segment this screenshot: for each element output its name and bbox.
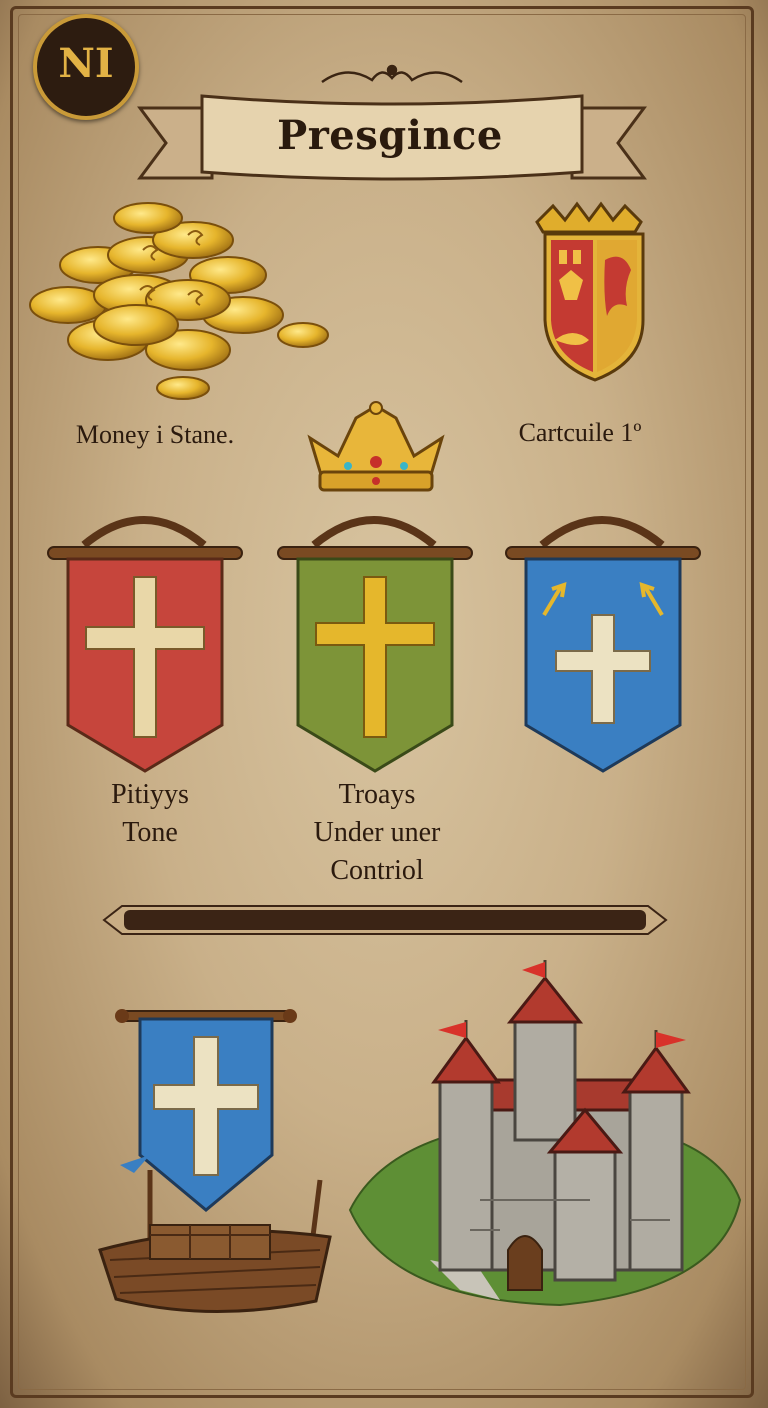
- crest-label: Cartcuile 1º: [518, 418, 642, 447]
- banner-1-label: Pitiyys Tone: [60, 776, 240, 852]
- banner-blue[interactable]: [502, 505, 704, 775]
- banner-1-label-line-1: Pitiyys: [111, 779, 189, 810]
- parchment-screen: NI Presgince Money i Stane. Cartcuile 1º…: [0, 0, 768, 1408]
- ship-with-banner-icon[interactable]: [80, 1005, 340, 1325]
- section-divider: [102, 905, 668, 935]
- banner-2-label-line-2: Under uner: [313, 817, 441, 848]
- gold-coins-icon[interactable]: [28, 200, 338, 400]
- banner-2-label-line-1: Troays: [338, 779, 416, 810]
- crown-icon[interactable]: [300, 400, 452, 496]
- banner-1-label-line-2: Tone: [122, 817, 178, 848]
- money-label: Money i Stane.: [75, 420, 235, 449]
- banner-2-label-line-3: Contriol: [330, 855, 424, 886]
- heraldic-crest-icon[interactable]: [525, 200, 665, 390]
- banner-red[interactable]: [44, 505, 246, 775]
- banner-green[interactable]: [274, 505, 476, 775]
- page-title: Presgince: [277, 112, 503, 159]
- banner-2-label: Troays Under uner Contriol: [270, 776, 484, 890]
- castle-icon[interactable]: [330, 960, 750, 1320]
- ribbon-flourish-icon: [321, 64, 463, 84]
- logo-medallion[interactable]: NI: [33, 14, 139, 120]
- logo-monogram: NI: [58, 40, 114, 87]
